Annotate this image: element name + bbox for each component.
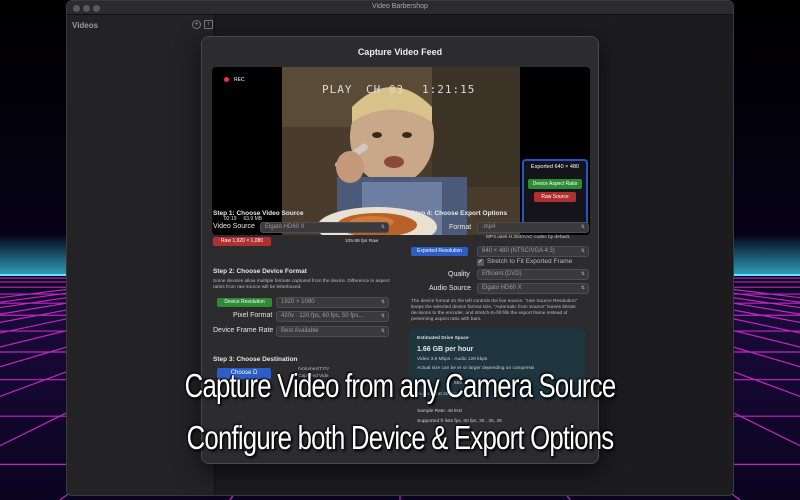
estimate-title: Estimated Drive Space xyxy=(417,336,469,341)
raw-fps: 105.88 fps Raw xyxy=(345,239,379,244)
step1-heading: Step 1: Choose Video Source xyxy=(213,210,304,217)
sheet-title: Capture Video Feed xyxy=(357,47,443,57)
pixel-format-label: Pixel Format xyxy=(233,312,273,319)
audio-source-select[interactable]: Elgato HD60 X ⇅ xyxy=(477,283,589,294)
device-resolution-badge: Device Resolution xyxy=(217,298,272,307)
title-bar: Video Barbershop xyxy=(67,1,733,15)
format-select[interactable]: .mp4 ⇅ xyxy=(477,222,589,233)
quality-label: Quality xyxy=(448,271,470,278)
chevron-updown-icon: ⇅ xyxy=(580,224,585,230)
chevron-updown-icon: ⇅ xyxy=(580,271,585,277)
caption-line2: Configure both Device & Export Options xyxy=(186,419,615,456)
plus-circle-icon[interactable]: + xyxy=(192,20,201,29)
sidebar-title: Videos xyxy=(72,21,99,30)
video-source-label: Video Source xyxy=(213,223,255,230)
step2-description: Some devices allow multiple formats capt… xyxy=(213,279,390,290)
step3-heading: Step 3: Choose Destination xyxy=(213,356,298,363)
pixel-format-select[interactable]: 420v · 120 fps, 60 fps, 50 fps... ⇅ xyxy=(276,311,389,322)
window-title: Video Barbershop xyxy=(372,3,428,10)
chevron-updown-icon: ⇅ xyxy=(380,299,385,305)
chevron-updown-icon: ⇅ xyxy=(380,224,385,230)
chevron-updown-icon: ⇅ xyxy=(380,328,385,334)
osd-play: PLAY xyxy=(322,83,353,96)
audio-source-label: Audio Source xyxy=(429,285,472,292)
osd-channel: CH 03 xyxy=(366,83,405,96)
export-explanation: The device format on the left controls t… xyxy=(411,299,578,322)
estimate-bitrates: Video 3.6 Mbps · Audio 128 kbps xyxy=(417,357,488,362)
record-dot-icon xyxy=(224,77,229,83)
step4-heading: Step 4: Choose Export Options xyxy=(411,210,508,217)
exported-resolution-badge: Exported Resolution xyxy=(411,247,468,256)
stretch-label: Stretch to Fit Exported Frame xyxy=(487,258,573,265)
overlay-exported-label: Exported 640 × 480 xyxy=(530,164,580,170)
stretch-checkbox[interactable]: ✓ xyxy=(477,259,484,266)
frame-rate-label: Device Frame Rate xyxy=(213,327,274,334)
estimate-rate: 1.66 GB per hour xyxy=(417,346,474,353)
overlay-raw-source: Raw Source xyxy=(534,192,576,202)
quality-select[interactable]: Efficient (DVD) ⇅ xyxy=(477,269,589,280)
raw-resolution-badge: Raw 1,920 × 1,080 xyxy=(213,237,271,246)
rec-indicator: REC xyxy=(224,77,245,83)
step2-heading: Step 2: Choose Device Format xyxy=(213,268,307,275)
chevron-updown-icon: ⇅ xyxy=(580,248,585,254)
estimate-sample-rate: Sample Rate: 48 kHz xyxy=(417,409,463,414)
exported-resolution-select[interactable]: 640 × 480 (NTSC/VGA 4:3) ⇅ xyxy=(477,246,589,257)
format-label: Format xyxy=(449,224,472,231)
aspect-overlay: Exported 640 × 480 Device Aspect Ratio R… xyxy=(522,159,588,227)
import-icon[interactable]: ↑ xyxy=(204,20,213,29)
frame-rate-select[interactable]: Best Available ⇅ xyxy=(276,326,389,337)
chevron-updown-icon: ⇅ xyxy=(380,313,385,319)
device-resolution-select[interactable]: 1920 × 1080 ⇅ xyxy=(276,297,389,308)
overlay-device-aspect: Device Aspect Ratio xyxy=(528,179,582,189)
format-note: MP4 uses H.264/AAC codec by default. xyxy=(486,235,571,240)
caption-line1: Capture Video from any Camera Source xyxy=(184,367,616,404)
video-source-select[interactable]: Elgato HD60 X ⇅ xyxy=(260,222,389,233)
osd-time: 1:21:15 xyxy=(422,83,476,96)
chevron-updown-icon: ⇅ xyxy=(580,285,585,291)
